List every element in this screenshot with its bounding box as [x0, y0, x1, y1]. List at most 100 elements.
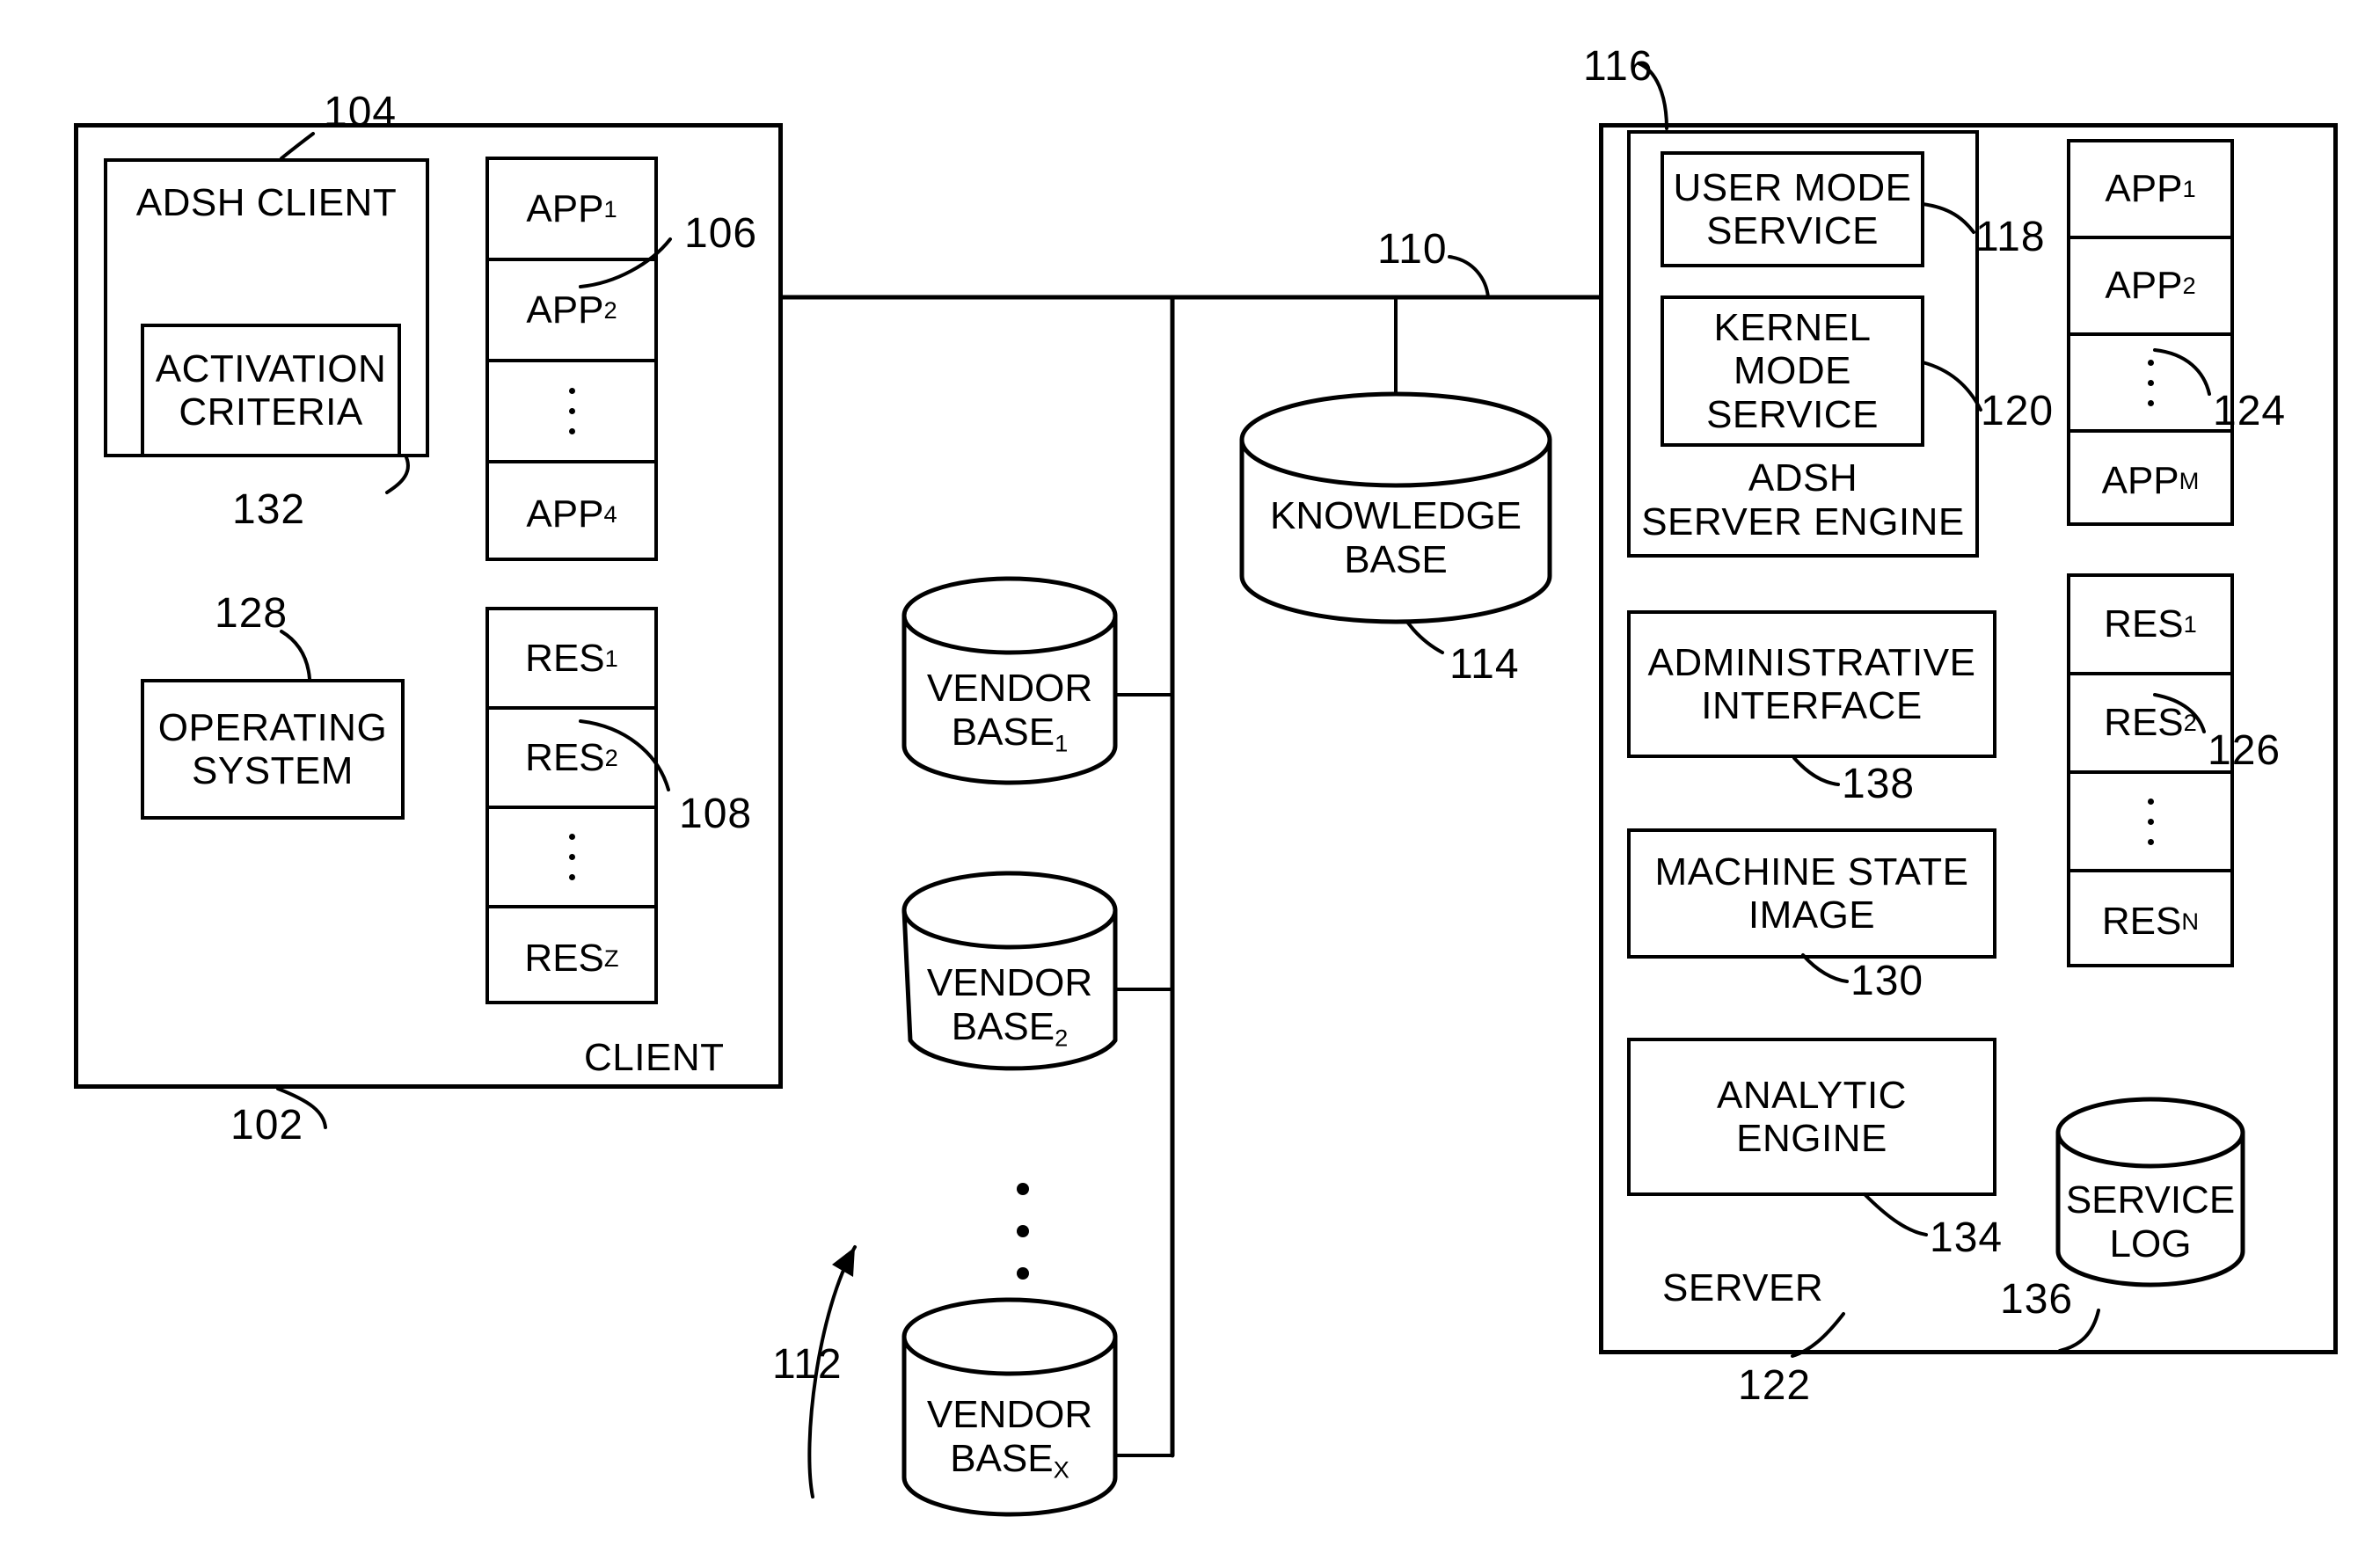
client-res-cell-z: RES Z [489, 908, 654, 1008]
client-app-sub-4: 4 [603, 500, 617, 528]
ref-138: 138 [1842, 761, 1916, 807]
activation-criteria-label-1: ACTIVATION [155, 346, 387, 390]
client-app-label-1: APP [526, 186, 604, 230]
user-mode-service-label-1: USER MODE [1673, 165, 1912, 209]
vendor-base-x-label-2: BASEX [904, 1437, 1115, 1484]
client-app-label-2: APP [526, 288, 604, 332]
server-res-cell-n: RES N [2070, 872, 2230, 971]
server-res-sub-n: N [2181, 908, 2200, 935]
vendor-base-1-label-1: VENDOR [926, 667, 1093, 710]
vendor-base-ellipsis [1017, 1183, 1029, 1280]
client-app-cell-ellipsis [489, 362, 654, 463]
server-res-sub-2: 2 [2183, 709, 2197, 736]
ref-132: 132 [232, 486, 306, 533]
client-res-sub-2: 2 [604, 743, 618, 771]
ref-106: 106 [684, 210, 758, 257]
knowledge-base-cylinder: KNOWLEDGE BASE [1242, 440, 1550, 622]
machine-state-image-box: MACHINE STATE IMAGE [1627, 828, 1996, 959]
server-app-label-m: APP [2101, 459, 2179, 502]
ref-104: 104 [324, 89, 398, 135]
client-app-stack: APP 1 APP 2 APP 4 [485, 157, 658, 561]
kernel-mode-service-label-2: MODE [1734, 349, 1851, 393]
server-app-label-2: APP [2105, 264, 2183, 307]
server-app-label-1: APP [2105, 167, 2183, 210]
server-res-label-1: RES [2104, 602, 2184, 645]
ref-118: 118 [1975, 214, 2046, 260]
activation-criteria-box: ACTIVATION CRITERIA [141, 324, 401, 457]
server-app-cell-m: APP M [2070, 433, 2230, 529]
vendor-base-2-sub: 2 [1055, 1024, 1069, 1052]
knowledge-base-label-1: KNOWLEDGE [1269, 494, 1522, 537]
analytic-engine-box: ANALYTIC ENGINE [1627, 1038, 1996, 1196]
service-log-label-2: LOG [2109, 1222, 2192, 1265]
server-app-cell-2: APP 2 [2070, 239, 2230, 336]
client-res-cell-ellipsis [489, 809, 654, 908]
ref-122: 122 [1738, 1362, 1812, 1409]
activation-criteria-label-2: CRITERIA [179, 390, 363, 434]
server-res-cell-1: RES 1 [2070, 577, 2230, 675]
ref-128: 128 [215, 590, 288, 637]
vendor-base-x-sub: X [1053, 1455, 1069, 1484]
server-res-cell-2: RES 2 [2070, 675, 2230, 774]
vendor-base-x-label-1: VENDOR [926, 1393, 1093, 1436]
ref-116: 116 [1583, 43, 1653, 90]
server-app-sub-1: 1 [2182, 175, 2196, 202]
vendor-base-1-cylinder: VENDOR BASE1 [904, 616, 1115, 783]
vendor-base-2-cylinder: VENDOR BASE2 [904, 910, 1115, 1077]
service-log-cylinder: SERVICE LOG [2058, 1133, 2243, 1285]
client-res-sub-1: 1 [604, 644, 618, 672]
user-mode-service-box: USER MODE SERVICE [1661, 151, 1924, 267]
server-app-cell-ellipsis [2070, 336, 2230, 433]
ref-112: 112 [772, 1341, 843, 1388]
client-app-label-4: APP [526, 492, 604, 536]
analytic-engine-label: ANALYTIC ENGINE [1717, 1073, 1907, 1160]
administrative-interface-box: ADMINISTRATIVE INTERFACE [1627, 610, 1996, 758]
adsh-server-engine-label-2: SERVER ENGINE [1641, 500, 1965, 543]
ref-108: 108 [679, 791, 753, 837]
vendor-base-1-base: BASE [951, 711, 1055, 754]
ref-136: 136 [2000, 1276, 2074, 1323]
vendor-base-1-label-2: BASE1 [904, 711, 1115, 757]
client-res-label-z: RES [524, 936, 604, 980]
client-res-stack: RES 1 RES 2 RES Z [485, 607, 658, 1004]
server-app-stack: APP 1 APP 2 APP M [2067, 139, 2234, 526]
vendor-base-1-sub: 1 [1055, 729, 1069, 757]
client-res-sub-z: Z [603, 944, 619, 972]
server-app-sub-m: M [2179, 467, 2200, 494]
ref-126: 126 [2208, 727, 2281, 774]
client-app-cell-4: APP 4 [489, 463, 654, 565]
vendor-base-x-base: BASE [950, 1437, 1054, 1480]
server-res-sub-1: 1 [2183, 610, 2197, 638]
vendor-base-2-label-2: BASE2 [904, 1005, 1115, 1052]
ref-120: 120 [1981, 388, 2055, 434]
vendor-base-2-label-1: VENDOR [926, 961, 1093, 1004]
client-container-label: CLIENT [584, 1036, 725, 1079]
kernel-mode-service-box: KERNEL MODE SERVICE [1661, 295, 1924, 447]
machine-state-image-label-1: MACHINE STATE [1654, 850, 1969, 893]
adsh-client-label: ADSH CLIENT [135, 181, 398, 224]
machine-state-image-label-2: IMAGE [1748, 893, 1876, 937]
client-res-label-2: RES [525, 735, 605, 779]
client-res-label-1: RES [525, 636, 605, 680]
operating-system-label-2: SYSTEM [192, 749, 354, 792]
server-app-cell-1: APP 1 [2070, 142, 2230, 239]
kernel-mode-service-label-3: SERVICE [1706, 392, 1879, 436]
vendor-base-x-cylinder: VENDOR BASEX [904, 1337, 1115, 1514]
service-log-label-1: SERVICE [2065, 1178, 2236, 1222]
ref-110: 110 [1377, 226, 1448, 273]
ref-102: 102 [230, 1102, 304, 1149]
client-app-sub-2: 2 [603, 295, 617, 324]
ref-130: 130 [1850, 958, 1924, 1004]
administrative-interface-label-1: ADMINISTRATIVE [1647, 640, 1976, 684]
ref-124: 124 [2213, 388, 2287, 434]
user-mode-service-label-2: SERVICE [1706, 209, 1879, 252]
patent-figure: CLIENT 102 ADSH CLIENT 104 ACTIVATION CR… [0, 0, 2365, 1568]
adsh-server-engine-label-1: ADSH [1748, 456, 1858, 500]
client-app-cell-1: APP 1 [489, 160, 654, 261]
client-res-cell-1: RES 1 [489, 610, 654, 710]
server-container-label: SERVER [1662, 1266, 1824, 1309]
server-app-sub-2: 2 [2182, 272, 2196, 299]
operating-system-box: OPERATING SYSTEM [141, 679, 405, 820]
operating-system-label-1: OPERATING [157, 705, 388, 749]
ref-134: 134 [1930, 1214, 2004, 1261]
